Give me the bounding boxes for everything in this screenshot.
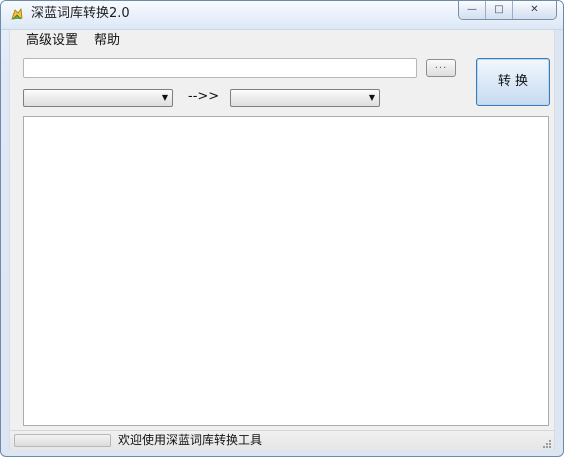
status-message: 欢迎使用深蓝词库转换工具	[118, 433, 263, 447]
close-button[interactable]: ✕	[513, 1, 556, 19]
menu-bar: 高级设置 帮助	[10, 30, 554, 53]
conversion-arrow-label: -->>	[188, 89, 220, 104]
window-controls: — □ ✕	[458, 1, 557, 20]
window-right-frame	[555, 30, 563, 450]
target-format-select[interactable]: ▼	[230, 89, 380, 107]
status-bar: 欢迎使用深蓝词库转换工具	[10, 430, 554, 450]
chevron-down-icon: ▼	[161, 93, 168, 102]
minimize-icon: —	[467, 4, 477, 15]
maximize-button[interactable]: □	[486, 1, 513, 19]
browse-button[interactable]: ...	[426, 59, 456, 77]
close-icon: ✕	[530, 4, 539, 15]
menu-help[interactable]: 帮助	[92, 33, 122, 49]
file-path-input[interactable]	[23, 58, 417, 78]
main-window: 深蓝词库转换2.0 — □ ✕ 高级设置 帮助 ... 转 换 ▼ -->> ▼…	[0, 0, 564, 457]
progress-bar	[14, 434, 111, 447]
minimize-button[interactable]: —	[459, 1, 486, 19]
client-area: 高级设置 帮助 ... 转 换 ▼ -->> ▼ 欢迎使用深蓝词库转换工具	[9, 30, 555, 450]
app-logo-icon	[9, 7, 25, 23]
menu-advanced-settings[interactable]: 高级设置	[24, 33, 80, 49]
source-format-select[interactable]: ▼	[23, 89, 173, 107]
window-title: 深蓝词库转换2.0	[31, 6, 130, 21]
resize-grip-icon[interactable]	[540, 436, 552, 448]
maximize-icon: □	[494, 4, 504, 15]
convert-button[interactable]: 转 换	[476, 58, 550, 106]
title-bar[interactable]: 深蓝词库转换2.0 — □ ✕	[1, 1, 563, 30]
chevron-down-icon: ▼	[368, 93, 375, 102]
log-output[interactable]	[23, 116, 549, 426]
